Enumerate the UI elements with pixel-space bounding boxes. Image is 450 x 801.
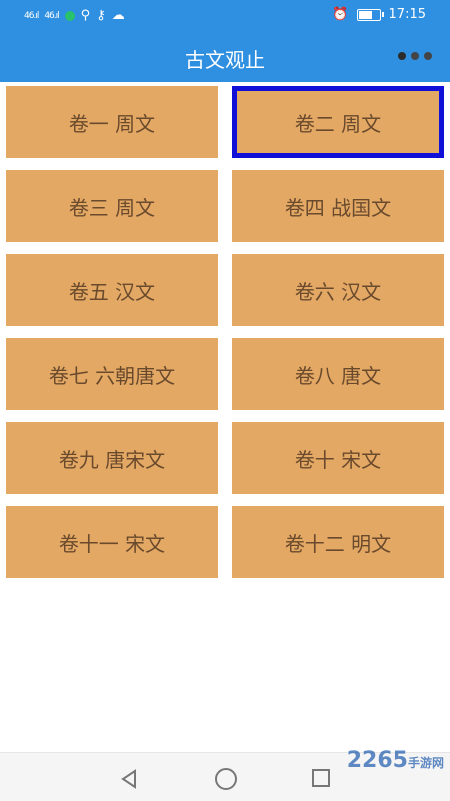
volume-button-3[interactable]: 卷三 周文: [6, 170, 218, 242]
volume-button-9[interactable]: 卷九 唐宋文: [6, 422, 218, 494]
signal-icon: 46.ıl: [24, 10, 39, 21]
signal-icon-2: 46.ıl: [44, 10, 59, 21]
volume-button-11[interactable]: 卷十一 宋文: [6, 506, 218, 578]
volume-button-2[interactable]: 卷二 周文: [232, 86, 444, 158]
watermark-sub: 手游网: [407, 756, 444, 770]
app-notification-icon: [64, 10, 75, 21]
alarm-icon: ⏰: [332, 7, 349, 22]
status-left: 46.ıl 46.ıl ⚲ ⚷ ☁: [24, 8, 125, 23]
watermark-logo: 2265手游网: [347, 748, 444, 773]
volume-button-10[interactable]: 卷十 宋文: [232, 422, 444, 494]
key-icon: ⚷: [96, 8, 106, 23]
usb-icon: ⚲: [80, 8, 91, 23]
more-dot: [411, 52, 419, 60]
page-title: 古文观止: [185, 48, 265, 72]
volume-button-4[interactable]: 卷四 战国文: [232, 170, 444, 242]
volume-button-1[interactable]: 卷一 周文: [6, 86, 218, 158]
more-options-icon[interactable]: [398, 52, 432, 60]
volume-button-5[interactable]: 卷五 汉文: [6, 254, 218, 326]
status-time: 17:15: [388, 7, 426, 22]
status-right: ⏰ 17:15: [332, 7, 426, 22]
volume-button-7[interactable]: 卷七 六朝唐文: [6, 338, 218, 410]
recent-square-icon[interactable]: [312, 769, 330, 787]
home-circle-icon[interactable]: [215, 768, 237, 790]
watermark-text: 2265: [346, 748, 408, 773]
app-bar: 古文观止: [0, 32, 450, 82]
back-triangle-icon[interactable]: [120, 769, 140, 789]
volume-button-8[interactable]: 卷八 唐文: [232, 338, 444, 410]
volume-grid: 卷一 周文 卷二 周文 卷三 周文 卷四 战国文 卷五 汉文 卷六 汉文 卷七 …: [6, 86, 444, 578]
battery-icon: [356, 8, 384, 21]
more-dot: [398, 52, 406, 60]
more-dot: [424, 52, 432, 60]
volume-button-6[interactable]: 卷六 汉文: [232, 254, 444, 326]
status-bar: 46.ıl 46.ıl ⚲ ⚷ ☁ ⏰ 17:15: [0, 0, 450, 32]
cloud-icon: ☁: [111, 8, 125, 23]
volume-button-12[interactable]: 卷十二 明文: [232, 506, 444, 578]
